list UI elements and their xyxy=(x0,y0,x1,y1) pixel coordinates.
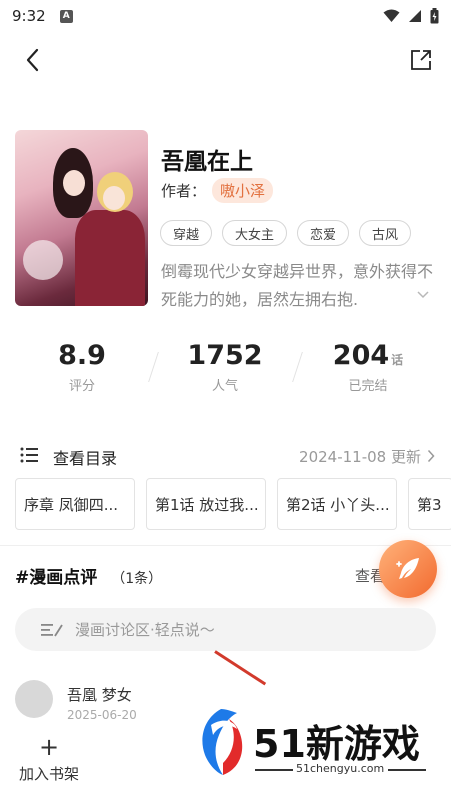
rating-value: 8.9 xyxy=(58,340,106,371)
share-button[interactable] xyxy=(407,46,435,74)
watermark: 51新游戏 51chengyu.com xyxy=(193,705,443,785)
nav-bar xyxy=(0,40,451,80)
watermark-logo-icon xyxy=(202,709,243,775)
tag-list: 穿越 大女主 恋爱 古风 xyxy=(160,220,412,246)
chapter-item[interactable]: 第2话 小丫头... xyxy=(277,478,397,530)
chevron-right-icon xyxy=(427,449,435,463)
write-comment-button[interactable] xyxy=(379,540,437,598)
status-icons xyxy=(383,8,439,24)
chapter-item[interactable]: 序章 凤御四... xyxy=(15,478,135,530)
chevron-left-icon xyxy=(26,48,39,72)
author-name-tag[interactable]: 嗷小泽 xyxy=(212,178,274,203)
list-icon xyxy=(20,447,38,463)
edit-lines-icon xyxy=(41,623,63,636)
tag-item[interactable]: 大女主 xyxy=(222,220,288,246)
status-time: 9:32 xyxy=(12,7,46,25)
author-row: 作者： 嗷小泽 xyxy=(161,178,274,203)
stat-divider xyxy=(148,352,159,382)
catalog-row[interactable]: 查看目录 2024-11-08 更新 xyxy=(0,441,451,471)
episodes-unit: 话 xyxy=(391,353,404,367)
cover-image[interactable] xyxy=(15,130,148,306)
section-divider xyxy=(0,545,451,546)
comment-date: 2025-06-20 xyxy=(67,708,137,722)
book-description: 倒霉现代少女穿越异世界，意外获得不死能力的她，居然左拥右抱. xyxy=(161,262,434,309)
book-title: 吾凰在上 xyxy=(161,149,253,175)
add-to-shelf-label: 加入书架 xyxy=(18,765,79,783)
popularity-value: 1752 xyxy=(187,340,263,371)
comment-input[interactable]: 漫画讨论区·轻点说～ xyxy=(15,608,436,651)
tag-item[interactable]: 古风 xyxy=(359,220,412,246)
rating-label: 评分 xyxy=(68,379,95,394)
tag-item[interactable]: 穿越 xyxy=(160,220,213,246)
chapter-item[interactable]: 第3 xyxy=(408,478,451,530)
comment-input-placeholder: 漫画讨论区·轻点说～ xyxy=(75,621,215,639)
author-label: 作者： xyxy=(161,182,207,200)
plus-icon: + xyxy=(38,733,60,761)
back-button[interactable] xyxy=(18,46,46,74)
catalog-label: 查看目录 xyxy=(53,449,118,468)
stat-episodes: 204 话 已完结 xyxy=(323,340,413,394)
episodes-value: 204 话 xyxy=(332,340,404,371)
chapter-item[interactable]: 第1话 放过我... xyxy=(146,478,266,530)
chapter-list: 序章 凤御四... 第1话 放过我... 第2话 小丫头... 第3 xyxy=(15,478,451,530)
wifi-icon xyxy=(383,9,400,22)
review-count: （1条） xyxy=(111,571,163,587)
notification-a-icon: A xyxy=(59,9,73,23)
quill-icon xyxy=(396,558,419,579)
watermark-arrow xyxy=(214,650,267,686)
tag-item[interactable]: 恋爱 xyxy=(297,220,350,246)
review-header: #漫画点评 （1条） xyxy=(15,563,162,588)
stats-bar: 8.9 评分 1752 人气 204 话 已完结 xyxy=(0,340,451,404)
stat-divider xyxy=(292,352,303,382)
watermark-brand: 51新游戏 xyxy=(253,722,420,766)
popularity-label: 人气 xyxy=(211,379,238,394)
battery-icon xyxy=(430,8,439,24)
stat-popularity: 1752 人气 xyxy=(180,340,270,394)
avatar[interactable] xyxy=(15,680,53,718)
status-bar: 9:32 A xyxy=(0,0,451,32)
episodes-label: 已完结 xyxy=(348,379,388,394)
comment-item: 吾凰 梦女 2025-06-20 xyxy=(15,680,137,722)
watermark-url: 51chengyu.com xyxy=(296,762,385,775)
stat-rating: 8.9 评分 xyxy=(40,340,124,394)
signal-icon xyxy=(409,10,421,22)
comment-username: 吾凰 梦女 xyxy=(67,686,132,704)
expand-chevron-icon[interactable] xyxy=(416,290,430,300)
share-icon xyxy=(411,50,431,70)
catalog-update-date: 2024-11-08 更新 xyxy=(299,448,421,466)
add-to-shelf-button[interactable]: + 加入书架 xyxy=(14,735,84,784)
review-title: #漫画点评 xyxy=(15,568,98,588)
